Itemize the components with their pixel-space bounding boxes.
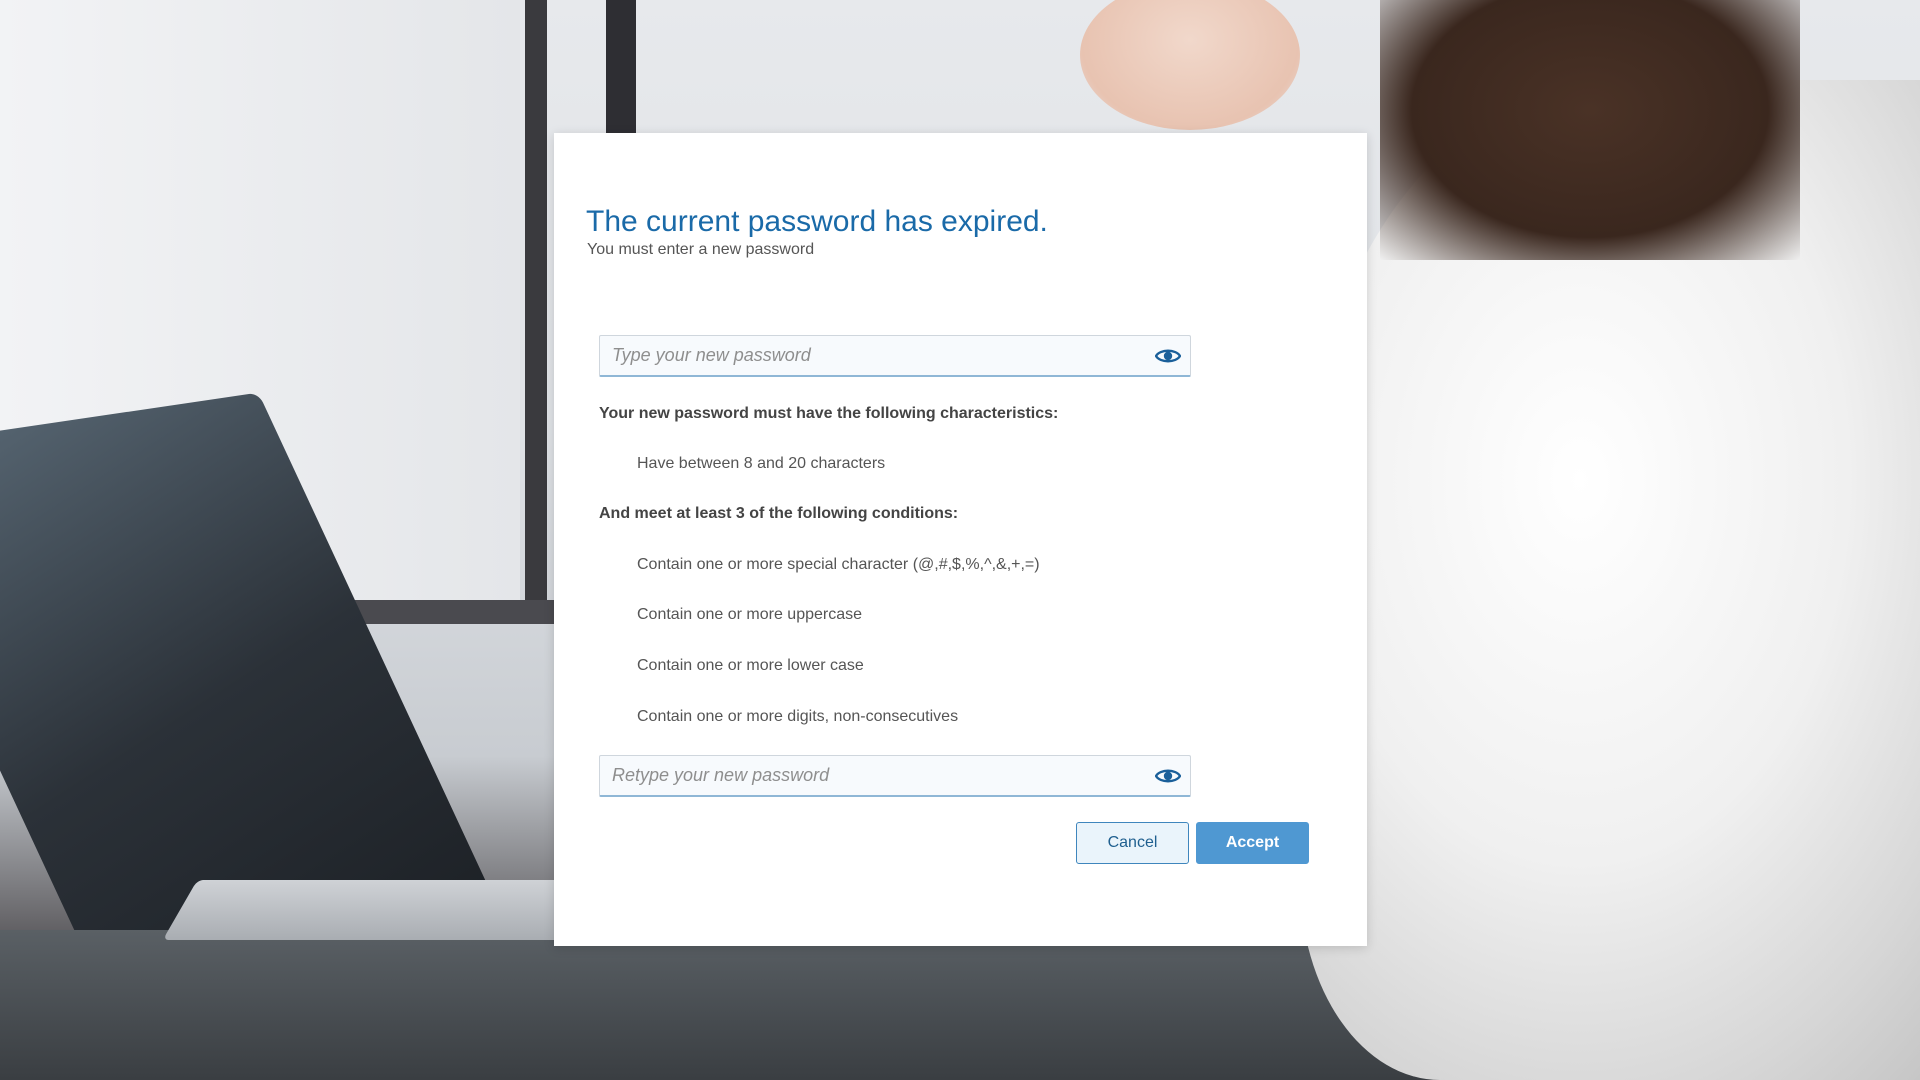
new-password-input[interactable] (600, 336, 1140, 375)
retype-password-input[interactable] (600, 756, 1140, 795)
accept-button[interactable]: Accept (1196, 822, 1309, 864)
cancel-button[interactable]: Cancel (1076, 822, 1189, 864)
password-expired-dialog: The current password has expired. You mu… (554, 133, 1367, 946)
dialog-subtitle: You must enter a new password (587, 241, 815, 258)
requirement-length: Have between 8 and 20 characters (637, 455, 886, 472)
eye-icon[interactable] (1154, 344, 1182, 368)
window-frame (525, 0, 547, 620)
person-hair (1380, 0, 1800, 260)
condition-digits: Contain one or more digits, non-consecut… (637, 708, 959, 725)
retype-password-field (599, 755, 1191, 797)
conditions-heading: And meet at least 3 of the following con… (599, 505, 959, 522)
condition-lowercase: Contain one or more lower case (637, 657, 864, 674)
condition-uppercase: Contain one or more uppercase (637, 606, 863, 623)
window-frame (606, 0, 636, 140)
requirements-heading: Your new password must have the followin… (599, 405, 1059, 422)
dialog-title: The current password has expired. (586, 205, 1048, 238)
condition-special-character: Contain one or more special character (@… (637, 556, 1040, 573)
laptop-base (162, 880, 618, 940)
new-password-field (599, 335, 1191, 377)
person-face (1080, 0, 1300, 130)
eye-icon[interactable] (1154, 764, 1182, 788)
